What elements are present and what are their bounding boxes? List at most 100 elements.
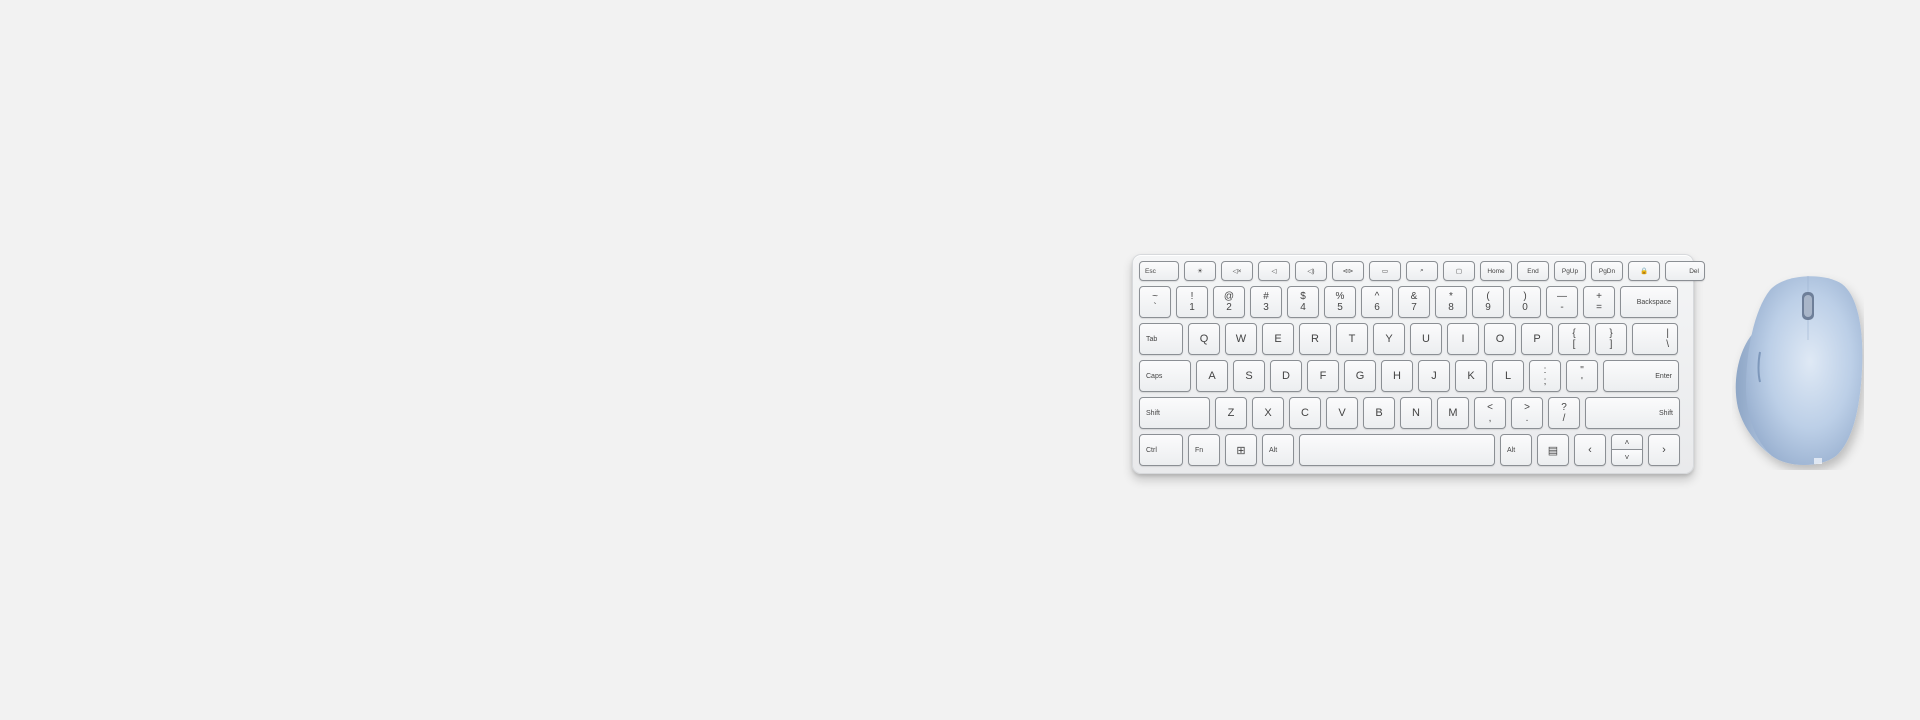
key-top-label: ( (1486, 291, 1490, 302)
key-top-label: ) (1523, 291, 1527, 302)
key-left-shift: Shift (1139, 397, 1210, 429)
key-search: ⌕ (1406, 261, 1438, 281)
key-top-label: < (1487, 402, 1493, 413)
key-space (1299, 434, 1495, 466)
key-p: P (1521, 323, 1553, 355)
key-volume-up: ◁) (1295, 261, 1327, 281)
key-colon: :; (1529, 360, 1561, 392)
mouse-illustration (1735, 276, 1863, 465)
key-z: Z (1215, 397, 1247, 429)
key-w: W (1225, 323, 1257, 355)
key-bottom-label: 5 (1337, 302, 1343, 313)
key-1: ! 1 (1176, 286, 1208, 318)
key-brace-open: {[ (1558, 323, 1590, 355)
key-e: E (1262, 323, 1294, 355)
key-top-label: % (1335, 291, 1345, 302)
key-top-label: * (1449, 291, 1453, 302)
key-j: J (1418, 360, 1450, 392)
key-r: R (1299, 323, 1331, 355)
key-bottom-label: , (1488, 413, 1492, 424)
key-n: N (1400, 397, 1432, 429)
key-bottom-label: ; (1543, 376, 1547, 387)
key-t: T (1336, 323, 1368, 355)
arrow-up-down-cluster: ˄ ˅ (1611, 434, 1643, 466)
key-lock: 🔒 (1628, 261, 1660, 281)
key-d: D (1270, 360, 1302, 392)
key-windows: ⊞ (1225, 434, 1257, 466)
key-bottom-label: ] (1609, 339, 1613, 350)
key-bottom-label: / (1562, 413, 1566, 424)
key-2: @2 (1213, 286, 1245, 318)
key-pipe: | \ (1632, 323, 1678, 355)
key-bottom-label: ` (1153, 302, 1157, 313)
key-bottom-label: [ (1572, 339, 1576, 350)
key-home: Home (1480, 261, 1512, 281)
key-bottom-label: 7 (1411, 302, 1417, 313)
key-top-label: + (1596, 291, 1602, 302)
keyboard-home-row: Caps A S D F G H J K L :; " ' Enter (1139, 360, 1687, 392)
key-k: K (1455, 360, 1487, 392)
key-caps: Caps (1139, 360, 1191, 392)
key-5: % 5 (1324, 286, 1356, 318)
key-top-label: ! (1190, 291, 1194, 302)
key-y: Y (1373, 323, 1405, 355)
key-top-label: # (1263, 291, 1269, 302)
key-b: B (1363, 397, 1395, 429)
key-equals: + = (1583, 286, 1615, 318)
key-h: H (1381, 360, 1413, 392)
key-top-label: { (1572, 328, 1576, 339)
key-bottom-label: . (1525, 413, 1529, 424)
menu-icon: ▤ (1547, 444, 1559, 457)
key-bottom-label: \ (1666, 339, 1669, 350)
key-arrow-right: › (1648, 434, 1680, 466)
key-3: #3 (1250, 286, 1282, 318)
key-brightness: ☀ (1184, 261, 1216, 281)
key-tilde: ~ ` (1139, 286, 1171, 318)
key-top-label: @ (1223, 291, 1235, 302)
key-8: * 8 (1435, 286, 1467, 318)
arrow-down-icon: ˅ (1624, 453, 1630, 462)
key-0: ) 0 (1509, 286, 1541, 318)
key-l: L (1492, 360, 1524, 392)
key-screen: ▭ (1369, 261, 1401, 281)
key-i: I (1447, 323, 1479, 355)
key-minus: — - (1546, 286, 1578, 318)
key-pgdn: PgDn (1591, 261, 1623, 281)
key-f: F (1307, 360, 1339, 392)
key-top-label: > (1524, 402, 1530, 413)
key-s: S (1233, 360, 1265, 392)
key-bottom-label: 2 (1226, 302, 1232, 313)
keyboard-shift-row: Shift Z X C V B N M <, >. ? / Shift (1139, 397, 1687, 429)
key-bottom-label: - (1560, 302, 1564, 313)
key-arrow-down: ˅ (1611, 450, 1643, 466)
key-9: (9 (1472, 286, 1504, 318)
key-bottom-label: = (1596, 302, 1602, 313)
key-enter: Enter (1603, 360, 1679, 392)
mouse-image (1732, 270, 1864, 470)
key-ctrl: Ctrl (1139, 434, 1183, 466)
key-top-label: $ (1300, 291, 1306, 302)
key-brace-close: }] (1595, 323, 1627, 355)
keyboard-modifier-row: Ctrl Fn ⊞ Alt Alt ▤ ‹ ˄ ˅ › (1139, 434, 1687, 466)
keyboard-number-row: ~ ` ! 1 @2 #3 $4 % 5 ^ 6 & 7 * 8 (9 ) 0 — - + = B… (1139, 286, 1687, 318)
key-top-label: ? (1561, 402, 1567, 413)
key-bottom-label: 3 (1263, 302, 1269, 313)
key-del: Del (1665, 261, 1705, 281)
key-top-label: " (1580, 365, 1584, 376)
key-quote: " ' (1566, 360, 1598, 392)
key-top-label: ~ (1152, 291, 1158, 302)
key-pgup: PgUp (1554, 261, 1586, 281)
key-snip: ▢ (1443, 261, 1475, 281)
key-question: ? / (1548, 397, 1580, 429)
key-q: Q (1188, 323, 1220, 355)
key-bottom-label: 0 (1522, 302, 1528, 313)
keyboard-image: Esc ☀ ◁× ◁ ◁) ⊲⊳ ▭ ⌕ ▢ Home End PgUp PgD… (1132, 254, 1705, 474)
key-bottom-label: ' (1581, 376, 1583, 387)
arrow-up-icon: ˄ (1624, 437, 1630, 447)
key-bottom-label: 8 (1448, 302, 1454, 313)
key-play-pause: ⊲⊳ (1332, 261, 1364, 281)
key-less-than: <, (1474, 397, 1506, 429)
key-a: A (1196, 360, 1228, 392)
key-7: & 7 (1398, 286, 1430, 318)
key-top-label: ^ (1374, 291, 1380, 302)
